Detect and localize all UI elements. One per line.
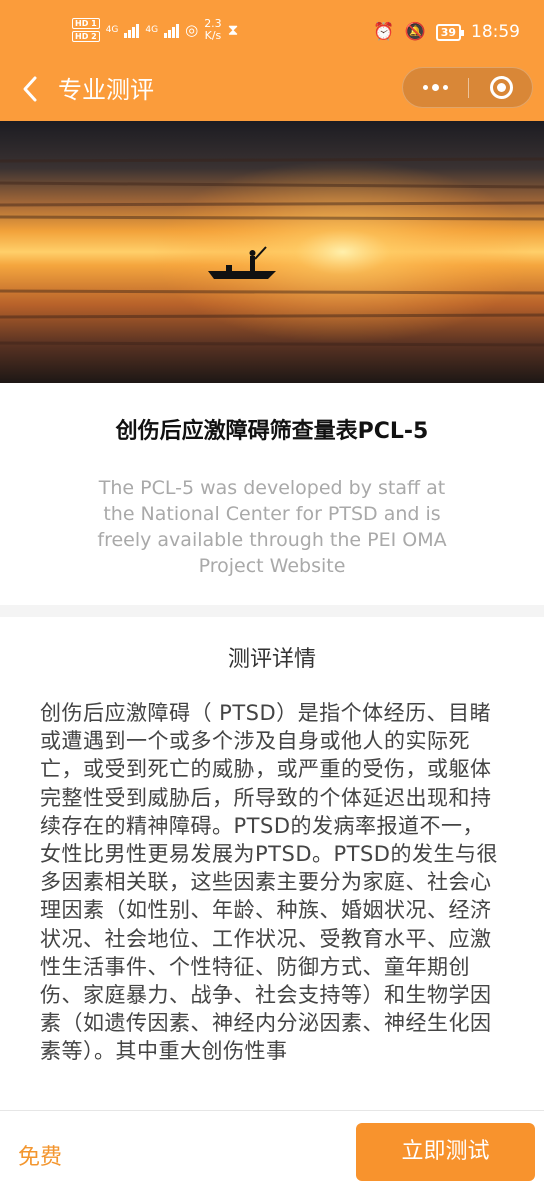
mini-program-capsule xyxy=(402,67,533,108)
status-bar: HD 1 HD 2 4G 4G ◎ 2.3 K/s ⧗ ⏰ 🔕 39 18:59 xyxy=(0,0,544,60)
network2-label: 4G xyxy=(145,25,159,35)
alarm-icon: ⏰ xyxy=(373,22,395,42)
signal1-icon xyxy=(124,22,140,38)
mute-icon: 🔕 xyxy=(404,22,426,42)
start-test-button[interactable]: 立即测试 xyxy=(356,1123,535,1181)
more-icon[interactable] xyxy=(403,68,468,107)
net-speed-unit: K/s xyxy=(204,29,222,42)
nav-bar: 专业测评 xyxy=(0,60,544,121)
clock: 18:59 xyxy=(471,22,520,42)
details-section: 测评详情 创伤后应激障碍（ PTSD）是指个体经历、目睹或遭遇到一个或多个涉及自… xyxy=(0,617,544,1110)
bottom-bar: 免费 立即测试 xyxy=(0,1110,544,1192)
hotspot-icon: ◎ xyxy=(185,21,199,39)
section-divider xyxy=(0,605,544,617)
test-description: The PCL-5 was developed by staff at the … xyxy=(97,477,447,577)
capsule-divider xyxy=(468,78,469,98)
test-info: 创伤后应激障碍筛查量表PCL-5 The PCL-5 was developed… xyxy=(0,383,544,605)
back-icon[interactable] xyxy=(16,72,46,106)
test-title: 创伤后应激障碍筛查量表PCL-5 xyxy=(115,419,429,444)
hd1-badge: HD 1 xyxy=(72,18,100,29)
hero-image xyxy=(0,121,544,383)
status-left: HD 1 HD 2 4G 4G ◎ 2.3 K/s ⧗ xyxy=(72,18,238,42)
hourglass-icon: ⧗ xyxy=(227,21,239,39)
page-title: 专业测评 xyxy=(58,76,154,104)
details-body: 创伤后应激障碍（ PTSD）是指个体经历、目睹或遭遇到一个或多个涉及自身或他人的… xyxy=(40,701,498,1064)
price-label: 免费 xyxy=(18,1145,63,1170)
close-icon[interactable] xyxy=(490,76,513,99)
battery-icon: 39 xyxy=(435,23,465,41)
hd-badges: HD 1 HD 2 xyxy=(72,18,100,42)
sunset-sea-image xyxy=(0,121,544,383)
status-right: ⏰ 🔕 39 18:59 xyxy=(373,22,520,42)
signal2-icon xyxy=(164,22,180,38)
hd2-badge: HD 2 xyxy=(72,31,100,42)
app-header: HD 1 HD 2 4G 4G ◎ 2.3 K/s ⧗ ⏰ 🔕 39 18:59… xyxy=(0,0,544,121)
network1-label: 4G xyxy=(105,25,119,35)
net-speed: 2.3 K/s xyxy=(204,18,222,42)
details-heading: 测评详情 xyxy=(227,647,316,672)
